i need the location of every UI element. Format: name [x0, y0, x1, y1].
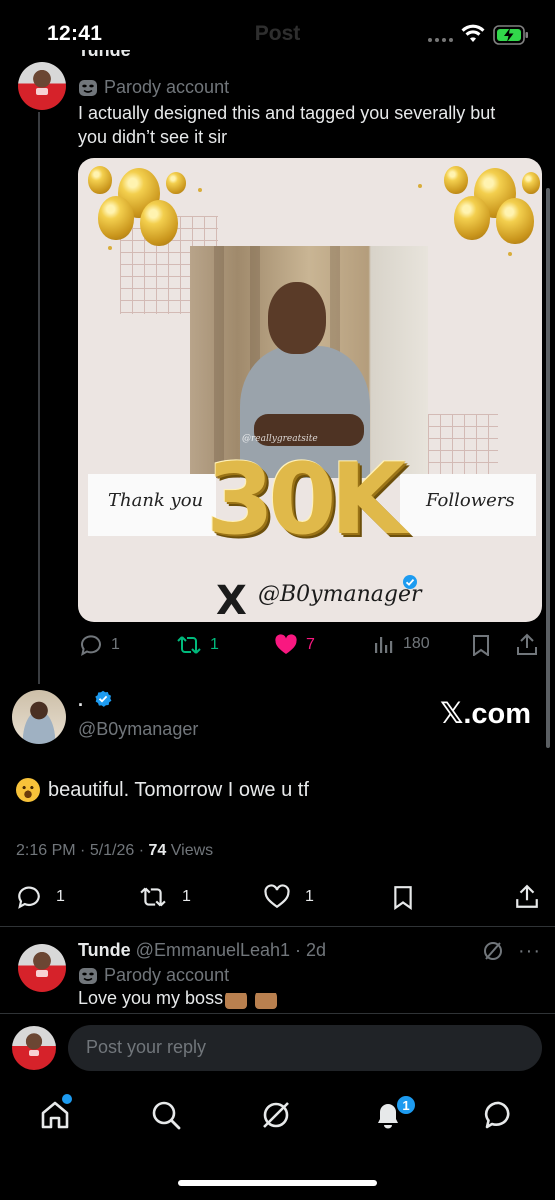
parody-mask-icon — [79, 967, 97, 984]
verified-icon — [403, 575, 417, 589]
avatar[interactable] — [18, 62, 66, 110]
home-indicator[interactable] — [178, 1180, 377, 1186]
followers-count-graphic: 30K — [206, 443, 406, 557]
reply-author[interactable]: Tunde @EmmanuelLeah1 · 2d — [78, 940, 326, 961]
tab-messages[interactable] — [482, 1098, 516, 1132]
repost-icon — [177, 636, 201, 654]
like-button[interactable]: 7 — [274, 633, 315, 657]
source-badge[interactable]: 𝕏.com — [440, 696, 531, 731]
parody-label: Parody account — [78, 965, 229, 986]
tweet-author-name[interactable]: . — [78, 690, 112, 711]
thank-you-text: Thank you — [108, 490, 204, 511]
bookmark-icon — [473, 635, 489, 656]
repost-icon — [140, 887, 166, 907]
verified-icon — [95, 690, 112, 707]
wifi-icon — [461, 24, 485, 42]
tweet-text: beautiful. Tomorrow I owe u tf — [16, 778, 309, 802]
home-unread-dot — [62, 1094, 72, 1104]
raised-hands-emoji — [225, 988, 248, 1009]
reply-input[interactable]: Post your reply — [68, 1025, 542, 1071]
reply-button[interactable]: 1 — [79, 633, 120, 657]
repost-button[interactable]: 1 — [176, 633, 219, 657]
thread-line — [38, 112, 40, 684]
tweet-text: I actually designed this and tagged you … — [78, 103, 496, 147]
share-icon — [517, 633, 537, 655]
heart-icon — [264, 884, 290, 909]
image-handle: @B0ymanager — [258, 582, 422, 607]
tab-grok[interactable] — [259, 1098, 293, 1132]
signal-icon — [428, 38, 453, 42]
share-button[interactable] — [516, 633, 538, 657]
balloon-decor — [444, 166, 468, 194]
tweet-author-handle[interactable]: @B0ymanager — [78, 719, 198, 740]
divider — [0, 926, 555, 927]
repost-button[interactable]: 1 — [138, 884, 191, 910]
like-button[interactable]: 1 — [263, 884, 314, 910]
notifications-badge: 1 — [395, 1094, 417, 1116]
bookmark-button[interactable] — [470, 634, 492, 656]
raised-hands-emoji — [255, 988, 278, 1009]
divider — [0, 1013, 555, 1014]
share-button[interactable] — [515, 884, 539, 910]
balloon-decor — [496, 198, 534, 244]
avatar[interactable] — [18, 944, 66, 992]
reply-icon — [81, 635, 101, 656]
search-icon — [152, 1101, 181, 1130]
balloon-decor — [166, 172, 186, 194]
battery-icon — [493, 25, 528, 45]
heart-icon — [275, 634, 297, 654]
person-head — [268, 282, 326, 354]
x-logo-icon: X — [216, 578, 247, 622]
avatar — [12, 1026, 56, 1070]
avatar[interactable] — [12, 690, 66, 744]
parody-label: Parody account — [78, 77, 229, 98]
balloon-decor — [522, 172, 540, 194]
followers-text: Followers — [426, 490, 515, 511]
balloon-decor — [88, 166, 112, 194]
parody-mask-icon — [79, 79, 97, 96]
tab-search[interactable] — [149, 1098, 183, 1132]
views-button[interactable]: 180 — [373, 633, 430, 655]
balloon-decor — [454, 196, 490, 240]
analytics-icon — [375, 637, 393, 653]
scrollbar[interactable] — [546, 188, 550, 748]
tweet-metadata: 2:16 PM · 5/1/26 · 74 Views — [16, 842, 214, 859]
share-icon — [516, 884, 538, 908]
reply-icon — [18, 886, 40, 909]
messages-icon — [484, 1101, 510, 1129]
reply-button[interactable]: 1 — [16, 884, 65, 910]
reply-text: Love you my boss — [78, 988, 278, 1009]
grok-icon[interactable] — [482, 940, 504, 962]
tweet-image[interactable]: @reallygreatsite Thank you Followers 30K… — [78, 158, 542, 622]
balloon-decor — [98, 196, 134, 240]
tweet-author-name[interactable]: Tunde — [78, 50, 131, 62]
bookmark-button[interactable] — [391, 884, 415, 910]
bookmark-icon — [394, 886, 412, 910]
parody-text: Parody account — [104, 77, 230, 97]
more-options-icon[interactable]: ··· — [518, 940, 541, 963]
balloon-decor — [140, 200, 178, 246]
hushed-face-emoji — [16, 778, 40, 802]
grok-icon — [263, 1102, 289, 1128]
